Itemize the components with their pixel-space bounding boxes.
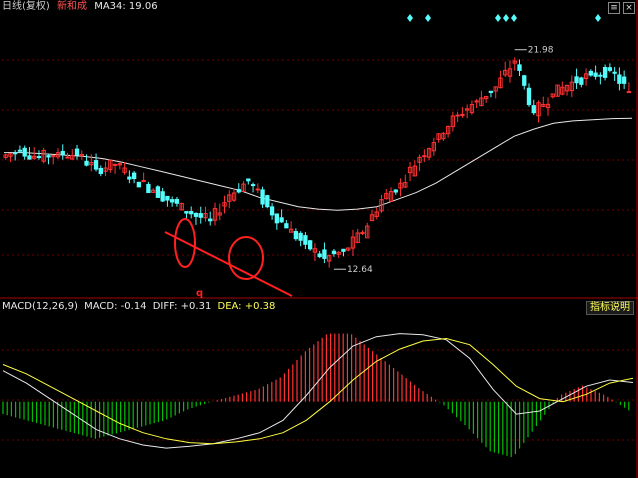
candle-body — [522, 75, 527, 86]
candle-body — [269, 206, 275, 216]
candle-body — [617, 74, 622, 84]
candle-body — [322, 249, 327, 259]
candle-body — [141, 179, 146, 182]
candle-body — [22, 147, 27, 157]
candle-body — [36, 156, 42, 159]
candle-body — [98, 167, 103, 175]
candle-body — [488, 90, 494, 93]
macd-title[interactable]: MACD(12,26,9) — [2, 301, 78, 312]
candle-body — [303, 235, 308, 245]
candle-body — [246, 178, 251, 182]
stock-chart: 21.98 12.64 q — [0, 0, 638, 478]
dea-value: DEA: +0.38 — [217, 301, 276, 312]
candle-body — [170, 199, 175, 203]
candle-body — [341, 248, 346, 252]
candle-body — [127, 176, 132, 180]
candle-body — [146, 183, 151, 194]
candle-body — [612, 71, 617, 74]
candle-body — [360, 232, 365, 235]
candle-body — [13, 152, 18, 155]
candle-body — [393, 189, 398, 193]
candle-body — [155, 186, 161, 198]
candle-body — [93, 160, 99, 170]
candle-body — [265, 195, 270, 208]
candle-body — [46, 155, 51, 158]
macd-header: MACD(12,26,9) MACD: -0.14 DIFF: +0.31 DE… — [2, 301, 275, 313]
candle-body — [198, 213, 203, 218]
candle-body — [112, 163, 118, 166]
candle-body — [255, 188, 260, 191]
candle-body — [165, 195, 170, 201]
ma-label: MA34: 19.06 — [94, 1, 158, 12]
candle-body — [455, 114, 460, 117]
q-marker: q — [196, 288, 203, 299]
candle-body — [279, 217, 284, 223]
price-header: 日线(复权) 新和成 MA34: 19.06 — [2, 1, 158, 13]
candle-body — [17, 149, 23, 152]
candle-body — [574, 76, 579, 84]
candle-body — [422, 155, 427, 158]
candle-body — [174, 198, 180, 204]
candle-body — [236, 189, 241, 193]
candle-body — [526, 87, 532, 106]
candle-body — [317, 253, 322, 258]
candle-body — [27, 155, 32, 160]
macd-value: MACD: -0.14 — [84, 301, 147, 312]
low-label: 12.64 — [347, 265, 373, 275]
candle-body — [298, 232, 303, 241]
candle-body — [193, 212, 199, 217]
candle-body — [65, 156, 70, 159]
candle-body — [331, 250, 337, 255]
candle-body — [160, 191, 165, 202]
candle-body — [598, 74, 603, 77]
candle-body — [74, 148, 80, 156]
menu-icon[interactable]: ≡ — [608, 2, 620, 14]
close-icon[interactable]: × — [623, 2, 635, 14]
high-label: 21.98 — [528, 46, 554, 56]
stock-name: 新和成 — [57, 1, 87, 12]
candle-body — [184, 211, 189, 214]
candle-body — [531, 105, 536, 114]
candle-body — [189, 211, 194, 215]
candle-body — [607, 67, 613, 71]
candle-body — [60, 150, 65, 155]
candle-body — [626, 91, 632, 94]
candle-body — [250, 184, 256, 187]
candle-body — [274, 213, 280, 224]
candle-body — [136, 181, 142, 188]
candle-body — [579, 77, 584, 85]
candle-body — [131, 172, 137, 180]
candle-body — [602, 66, 608, 78]
candle-body — [517, 64, 522, 71]
candle-body — [621, 76, 627, 84]
indicator-help-button[interactable]: 指标说明 — [586, 301, 634, 315]
candle-body — [260, 189, 265, 205]
diff-value: DIFF: +0.31 — [152, 301, 212, 312]
candle-body — [284, 223, 289, 229]
candle-body — [307, 240, 313, 250]
candle-body — [208, 218, 213, 222]
candle-body — [84, 160, 89, 166]
candle-body — [588, 70, 594, 76]
candle-body — [593, 72, 598, 77]
candle-body — [293, 231, 299, 240]
period-label[interactable]: 日线(复权) — [2, 1, 50, 12]
candle-body — [474, 100, 479, 103]
